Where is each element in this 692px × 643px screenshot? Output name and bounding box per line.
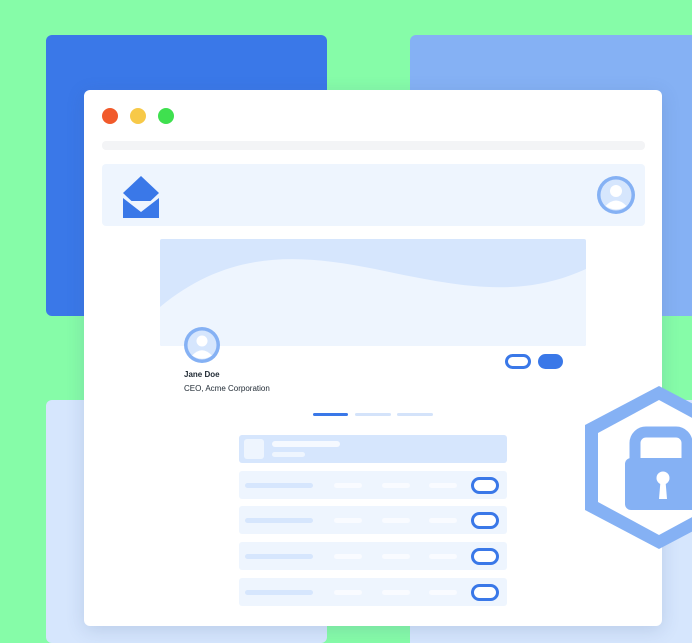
profile-action-button-primary[interactable] [538,354,563,369]
window-maximize-button[interactable] [158,108,174,124]
table-header-thumbnail [244,439,264,459]
table-header-title-placeholder [272,441,340,447]
row-action-toggle[interactable] [471,512,499,529]
profile-cover-image [160,239,586,346]
table-cell-placeholder [334,554,362,559]
profile-title: CEO, Acme Corporation [184,384,270,393]
padlock-hexagon-icon [585,386,692,549]
user-avatar-icon[interactable] [184,327,220,363]
table-cell-placeholder [382,483,410,488]
tab-indicator[interactable] [397,413,433,416]
table-cell-placeholder [429,554,457,559]
table-cell-placeholder [245,590,313,595]
table-cell-placeholder [429,483,457,488]
table-cell-placeholder [382,554,410,559]
table-cell-placeholder [334,483,362,488]
tab-indicator[interactable] [355,413,391,416]
table-cell-placeholder [334,590,362,595]
table-cell-placeholder [245,518,313,523]
window-close-button[interactable] [102,108,118,124]
table-cell-placeholder [245,483,313,488]
table-header-subtitle-placeholder [272,452,305,457]
address-bar[interactable] [102,141,645,150]
table-cell-placeholder [245,554,313,559]
table-cell-placeholder [382,590,410,595]
profile-action-button-outline[interactable] [505,354,531,369]
diamond-logo-icon[interactable] [122,176,160,218]
tab-indicator-active[interactable] [313,413,348,416]
table-row [239,542,507,570]
row-action-toggle[interactable] [471,548,499,565]
table-header [239,435,507,463]
site-header [102,164,645,226]
browser-window: Jane Doe CEO, Acme Corporation [84,90,662,626]
row-action-toggle[interactable] [471,584,499,601]
table-row [239,578,507,606]
table-cell-placeholder [429,590,457,595]
window-minimize-button[interactable] [130,108,146,124]
table-row [239,506,507,534]
table-cell-placeholder [429,518,457,523]
user-avatar-icon[interactable] [597,176,635,214]
table-cell-placeholder [382,518,410,523]
table-cell-placeholder [334,518,362,523]
profile-name: Jane Doe [184,370,220,379]
table-row [239,471,507,499]
row-action-toggle[interactable] [471,477,499,494]
